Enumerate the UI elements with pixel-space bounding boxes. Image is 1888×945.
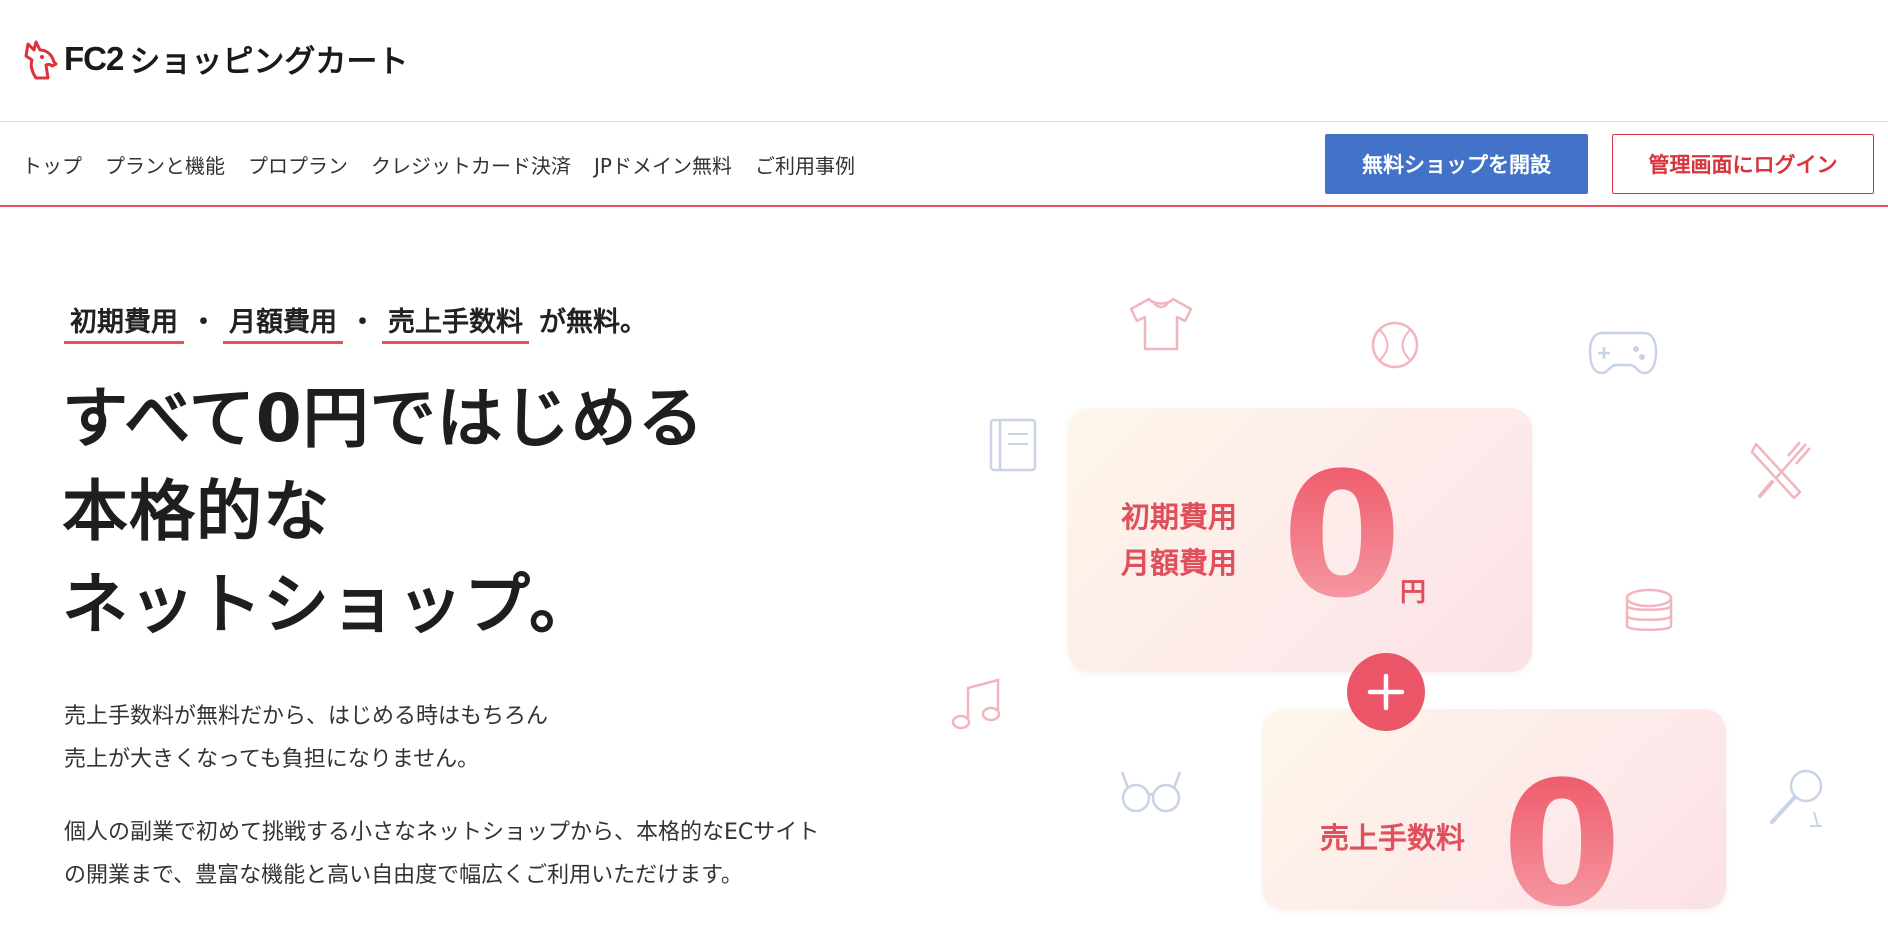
plus-icon bbox=[1347, 653, 1425, 731]
description-line-2: 売上が大きくなっても負担になりません。 bbox=[64, 747, 480, 772]
card-label-initial: 初期費用 bbox=[1121, 500, 1238, 534]
pancake-icon bbox=[1625, 588, 1673, 631]
logo-fc2: FC2 bbox=[64, 39, 124, 77]
card-zero-value: 0 bbox=[1282, 435, 1402, 636]
magnifier-icon bbox=[1770, 769, 1823, 827]
hero-description: 売上手数料が無料だから、はじめる時はもちろん 売上が大きくなっても負担になりませ… bbox=[64, 695, 548, 781]
hero-headline: すべて0円ではじめる 本格的な ネットショップ。 bbox=[62, 372, 705, 651]
description-line-4: の開業まで、豊富な機能と高い自由度で幅広くご利用いただけます。 bbox=[64, 863, 743, 888]
fork-knife-icon bbox=[1750, 441, 1811, 500]
admin-login-button[interactable]: 管理画面にログイン bbox=[1612, 134, 1874, 194]
headline-line-1: すべて0円ではじめる bbox=[62, 380, 705, 457]
hero-tagline: 初期費用 ・ 月額費用 ・ 売上手数料 が無料。 bbox=[64, 300, 647, 344]
gamepad-icon bbox=[1588, 331, 1658, 375]
fees-card-initial-monthly: 初期費用 月額費用 0 円 bbox=[1068, 408, 1532, 672]
glasses-icon bbox=[1120, 771, 1182, 813]
nav-item-plans[interactable]: プランと機能 bbox=[105, 150, 225, 179]
card-yen-unit: 円 bbox=[1400, 578, 1427, 608]
logo-text: ショッピングカート bbox=[129, 44, 409, 80]
tagline-sales-fee: 売上手数料 bbox=[382, 300, 529, 344]
logo-bar: FC2 ショッピングカート bbox=[0, 0, 1888, 122]
hero-description-2: 個人の副業で初めて挑戦する小さなネットショップから、本格的なECサイト の開業ま… bbox=[64, 811, 819, 897]
nav-item-credit-card[interactable]: クレジットカード決済 bbox=[371, 150, 571, 179]
music-note-icon bbox=[951, 678, 1001, 730]
nav-item-top[interactable]: トップ bbox=[22, 150, 82, 179]
unicorn-logo-icon bbox=[24, 40, 58, 79]
tagline-separator: ・ bbox=[349, 307, 376, 338]
card-label-monthly: 月額費用 bbox=[1121, 546, 1238, 580]
description-line-3: 個人の副業で初めて挑戦する小さなネットショップから、本格的なECサイト bbox=[64, 820, 820, 845]
tagline-initial-fee: 初期費用 bbox=[64, 300, 184, 344]
tshirt-icon bbox=[1129, 297, 1193, 351]
plus-glyph bbox=[1367, 673, 1405, 711]
description-line-1: 売上手数料が無料だから、はじめる時はもちろん bbox=[64, 704, 549, 729]
headline-line-3: ネットショップ。 bbox=[62, 566, 597, 643]
book-icon bbox=[989, 418, 1037, 472]
site-logo[interactable]: FC2 ショッピングカート bbox=[22, 36, 408, 81]
card-label-sales-fee: 売上手数料 bbox=[1320, 821, 1466, 855]
nav-item-jp-domain[interactable]: JPドメイン無料 bbox=[594, 150, 732, 179]
nav-item-pro-plan[interactable]: プロプラン bbox=[248, 150, 348, 179]
nav-bar: トップ プランと機能 プロプラン クレジットカード決済 JPドメイン無料 ご利用… bbox=[0, 122, 1888, 207]
headline-line-2: 本格的な bbox=[62, 473, 330, 550]
fees-card-sales: 売上手数料 0 bbox=[1262, 709, 1726, 931]
nav-list: トップ プランと機能 プロプラン クレジットカード決済 JPドメイン無料 ご利用… bbox=[22, 150, 855, 179]
tagline-separator: ・ bbox=[190, 307, 217, 338]
card2-zero-value: 0 bbox=[1502, 744, 1622, 945]
tagline-monthly-fee: 月額費用 bbox=[223, 300, 343, 344]
tagline-tail: が無料。 bbox=[539, 307, 647, 338]
open-free-shop-button[interactable]: 無料ショップを開設 bbox=[1325, 134, 1588, 194]
baseball-icon bbox=[1371, 321, 1419, 369]
nav-item-case-studies[interactable]: ご利用事例 bbox=[755, 150, 855, 179]
